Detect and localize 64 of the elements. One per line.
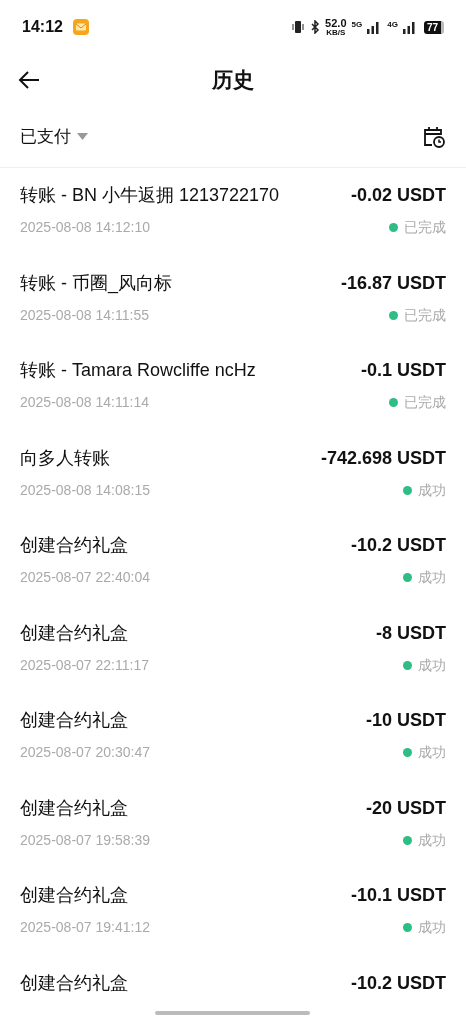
transaction-row[interactable]: 转账 - Tamara Rowcliffe ncHz -0.1 USDT 2025-08-08 14:11:14 已完成 — [0, 343, 466, 431]
transaction-status: 成功 — [418, 830, 446, 850]
transaction-title: 创建合约礼盒 — [20, 884, 128, 907]
network-type: 4G — [387, 18, 398, 31]
transaction-title: 创建合约礼盒 — [20, 709, 128, 732]
transaction-time: 2025-08-08 14:11:55 — [20, 305, 149, 325]
transaction-status: 成功 — [418, 918, 446, 937]
transaction-row[interactable]: 向多人转账 -742.698 USDT 2025-08-08 14:08:15 成功 — [0, 430, 466, 518]
transaction-status: 已完成 — [404, 305, 446, 325]
transaction-amount: -0.1 USDT — [360, 359, 446, 382]
network-type: 5G — [351, 18, 363, 31]
transaction-time: 2025-08-08 14:11:14 — [20, 393, 149, 412]
transaction-title: 转账 - BN 小牛返拥 1213722170 — [20, 184, 280, 207]
transaction-title: 转账 - 币圈_风向标 — [20, 271, 172, 296]
battery-indicator: 77 — [423, 20, 444, 34]
transaction-status: 成功 — [418, 655, 446, 675]
transaction-title: 向多人转账 — [20, 446, 110, 470]
transaction-status: 已完成 — [404, 218, 446, 237]
vibrate-icon — [291, 20, 306, 34]
transaction-amount: -20 USDT — [366, 796, 446, 820]
transaction-time: 2025-08-07 19:41:12 — [20, 918, 150, 937]
transaction-time: 2025-08-08 14:12:10 — [20, 218, 150, 237]
page-title: 历史 — [212, 67, 254, 94]
transaction-row[interactable]: 转账 - BN 小牛返拥 1213722170 -0.02 USDT 2025-08-08 14:12:10 已完成 — [0, 168, 466, 256]
mail-icon — [72, 19, 89, 35]
transaction-status: 成功 — [418, 568, 446, 587]
transaction-title: 转账 - Tamara Rowcliffe ncHz — [20, 359, 256, 382]
transaction-row[interactable]: 创建合约礼盒 -10.1 USDT 2025-08-07 19:41:12 成功 — [0, 868, 466, 956]
transaction-status: 成功 — [418, 743, 446, 762]
transaction-row[interactable]: 创建合约礼盒 -10.2 USDT 2025-08-07 22:40:04 成功 — [0, 518, 466, 606]
transaction-title: 创建合约礼盒 — [20, 621, 128, 645]
status-time: 14:12 — [22, 17, 63, 37]
transaction-amount: -10.2 USDT — [350, 534, 446, 557]
transaction-time: 2025-08-07 19:58:39 — [20, 830, 150, 850]
transaction-time: 2025-08-08 14:08:15 — [20, 480, 150, 500]
transaction-title: 创建合约礼盒 — [20, 971, 128, 995]
transaction-amount: -10.2 USDT — [350, 971, 446, 995]
transaction-time: 2025-08-07 22:40:04 — [20, 568, 150, 587]
filter-dropdown[interactable]: 已支付 — [20, 123, 88, 150]
transaction-amount: -16.87 USDT — [340, 271, 446, 295]
transaction-row[interactable]: 转账 - 币圈_风向标 -16.87 USDT 2025-08-08 14:11:55 已完成 — [0, 255, 466, 343]
transaction-row[interactable]: 创建合约礼盒 -8 USDT 2025-08-07 22:11:17 成功 — [0, 605, 466, 693]
calendar-clock-icon[interactable] — [422, 124, 446, 149]
transaction-amount: -8 USDT — [376, 621, 446, 645]
transaction-row[interactable]: 创建合约礼盒 -20 USDT 2025-08-07 19:58:39 成功 — [0, 780, 466, 868]
signal-icon — [402, 20, 415, 34]
transaction-status: 已完成 — [404, 393, 446, 412]
bluetooth-icon — [310, 20, 321, 34]
transaction-row[interactable]: 创建合约礼盒 -10.2 USDT — [0, 955, 466, 1024]
caret-icon — [77, 133, 88, 140]
transaction-amount: -0.02 USDT — [350, 184, 446, 207]
transaction-amount: -10 USDT — [366, 709, 446, 732]
transaction-time: 2025-08-07 22:11:17 — [20, 655, 149, 675]
network-speed: 52.0 — [325, 17, 347, 29]
transaction-time: 2025-08-07 20:30:47 — [20, 743, 150, 762]
speed-unit: KB/S — [326, 28, 346, 37]
transaction-status: 成功 — [418, 480, 446, 500]
transaction-row[interactable]: 创建合约礼盒 -10 USDT 2025-08-07 20:30:47 成功 — [0, 693, 466, 781]
transaction-title: 创建合约礼盒 — [20, 796, 128, 820]
signal-icon — [367, 20, 380, 34]
transaction-amount: -10.1 USDT — [350, 884, 446, 907]
transaction-amount: -742.698 USDT — [320, 446, 446, 470]
back-arrow-icon[interactable] — [18, 70, 40, 90]
transaction-title: 创建合约礼盒 — [20, 534, 128, 557]
